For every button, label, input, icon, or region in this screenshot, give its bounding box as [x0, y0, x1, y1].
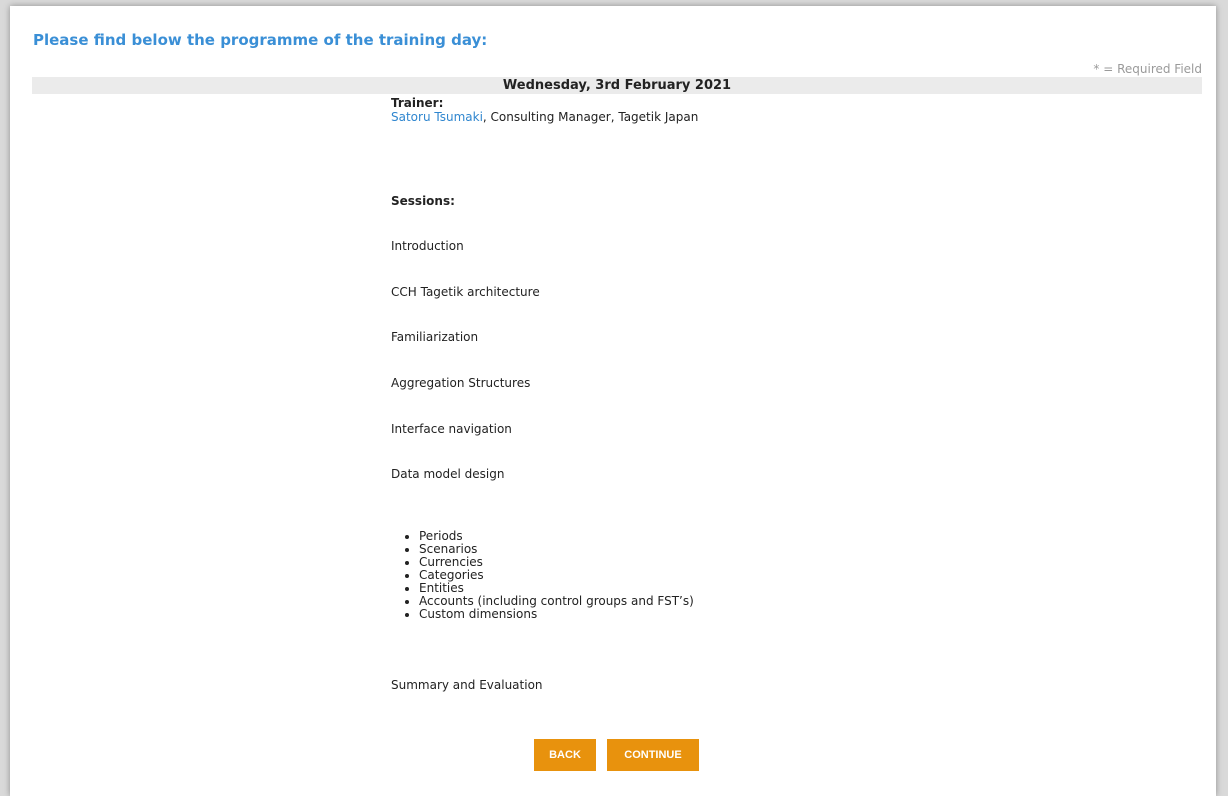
page-heading: Please find below the programme of the t…: [33, 31, 488, 49]
trainer-details: , Consulting Manager, Tagetik Japan: [482, 110, 699, 124]
continue-button[interactable]: CONTINUE: [607, 739, 699, 771]
bullet-item: Custom dimensions: [419, 608, 694, 621]
session-item: CCH Tagetik architecture: [391, 285, 540, 299]
data-model-bullet-list: Periods Scenarios Currencies Categories …: [391, 530, 694, 621]
session-item: Data model design: [391, 467, 505, 481]
session-item: Interface navigation: [391, 422, 512, 436]
session-item: Summary and Evaluation: [391, 678, 543, 692]
date-header: Wednesday, 3rd February 2021: [32, 77, 1202, 94]
trainer-name-link[interactable]: Satoru Tsumaki: [391, 110, 483, 124]
trainer-label: Trainer:: [391, 96, 444, 110]
sessions-title: Sessions:: [391, 194, 455, 208]
programme-content: Trainer: Satoru Tsumaki, Consulting Mana…: [391, 96, 991, 692]
session-item: Aggregation Structures: [391, 376, 531, 390]
session-item: Introduction: [391, 239, 464, 253]
trainer-info: Satoru Tsumaki, Consulting Manager, Tage…: [391, 110, 991, 124]
back-button[interactable]: BACK: [534, 739, 596, 771]
session-item: Familiarization: [391, 330, 479, 344]
programme-panel: Please find below the programme of the t…: [10, 6, 1216, 796]
required-field-note: * = Required Field: [1093, 62, 1202, 76]
